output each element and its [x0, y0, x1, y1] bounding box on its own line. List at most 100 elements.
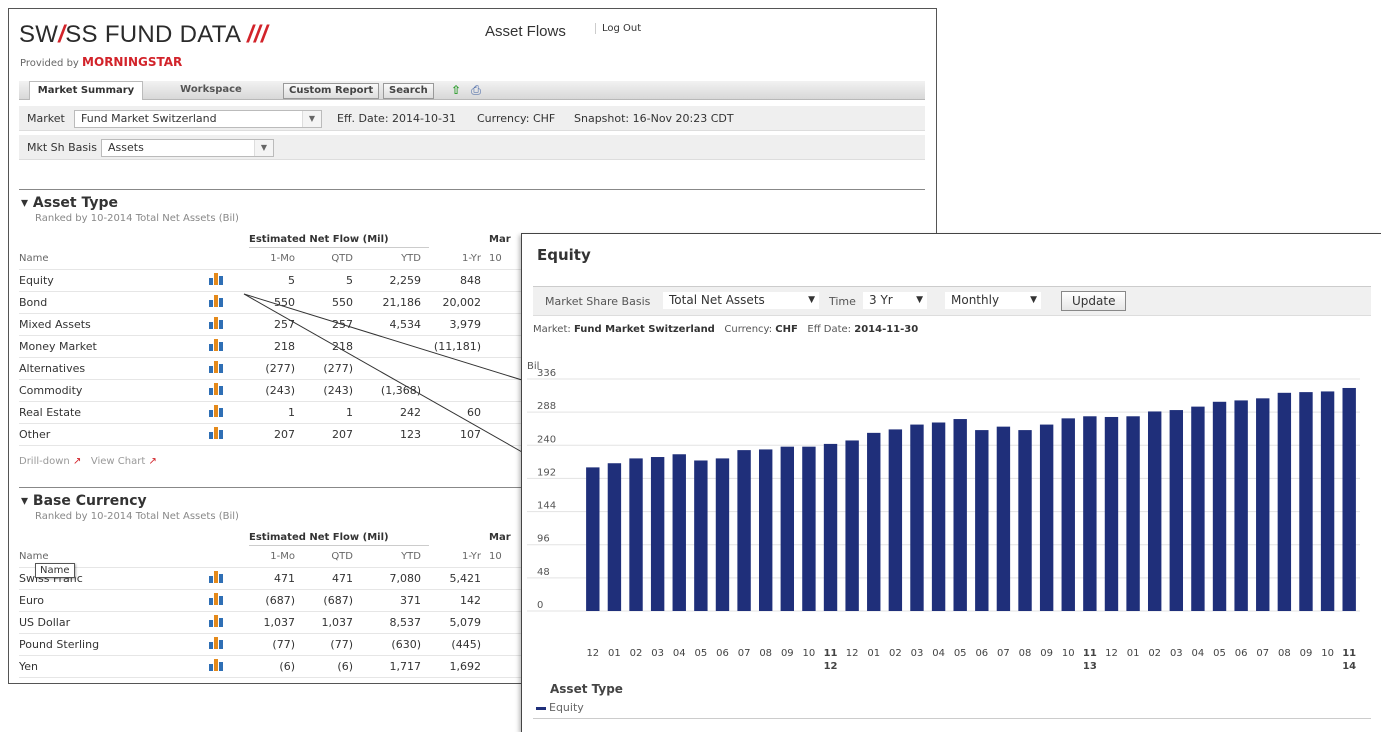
table-row: Real Estate 1 1 242 60 — [19, 401, 539, 424]
x-year-label: 14 — [1342, 661, 1356, 672]
col-qtd[interactable]: QTD — [303, 247, 361, 270]
chart-bar — [586, 467, 600, 611]
x-tick-label: 08 — [759, 648, 772, 659]
asset-type-title[interactable]: ▾ Asset Type — [21, 195, 118, 211]
cell-qtd: (243) — [303, 379, 361, 402]
tab-market-summary[interactable]: Market Summary — [29, 81, 143, 100]
row-name[interactable]: Real Estate — [19, 401, 209, 424]
chart-bar — [888, 429, 903, 611]
bar-chart-icon[interactable] — [209, 659, 225, 671]
bar-chart-icon[interactable] — [209, 615, 225, 627]
chart-bar — [953, 419, 967, 611]
row-name[interactable]: Mixed Assets — [19, 313, 209, 336]
divider — [19, 189, 925, 190]
row-name[interactable]: Pound Sterling — [19, 633, 209, 656]
legend-title: Asset Type — [550, 682, 623, 696]
cell-qtd: 207 — [303, 423, 361, 446]
col-ytd[interactable]: YTD — [361, 247, 429, 270]
x-tick-label: 12 — [586, 648, 599, 659]
search-button[interactable]: Search — [383, 83, 434, 99]
cell-qtd: 1,037 — [303, 611, 361, 634]
bar-chart-icon[interactable] — [209, 317, 225, 329]
bar-chart-icon[interactable] — [209, 427, 225, 439]
bar-chart-icon[interactable] — [209, 637, 225, 649]
equity-chart-panel: Equity Market Share Basis Total Net Asse… — [521, 233, 1381, 732]
bar-chart-icon[interactable] — [209, 383, 225, 395]
custom-report-button[interactable]: Custom Report — [283, 83, 380, 99]
x-tick-label: 05 — [694, 648, 707, 659]
legend-item-equity[interactable]: Equity — [536, 701, 584, 714]
chart-bar — [715, 458, 730, 611]
chart-bar — [910, 424, 924, 611]
chart-bar — [845, 440, 859, 611]
col-1mo[interactable]: 1-Mo — [249, 247, 303, 270]
cell-ytd: 8,537 — [361, 611, 429, 634]
cell-qtd: 5 — [303, 269, 361, 292]
row-name[interactable]: Equity — [19, 269, 209, 292]
base-currency-title[interactable]: ▾ Base Currency — [21, 493, 147, 509]
bar-chart-icon[interactable] — [209, 295, 225, 307]
market-select[interactable]: Fund Market Switzerland ▼ — [74, 110, 322, 128]
table-row: Equity 5 5 2,259 848 — [19, 269, 539, 292]
table-row: Money Market 218 218 (11,181) — [19, 335, 539, 358]
bar-chart-icon[interactable] — [209, 339, 225, 351]
col-ytd[interactable]: YTD — [361, 545, 429, 568]
cell-1mo: 207 — [249, 423, 303, 446]
chart-bar — [758, 449, 773, 611]
cell-ytd: 242 — [361, 401, 429, 424]
x-year-label: 13 — [1083, 661, 1097, 672]
row-name[interactable]: Alternatives — [19, 357, 209, 380]
bar-chart-icon[interactable] — [209, 593, 225, 605]
row-name[interactable]: Commodity — [19, 379, 209, 402]
x-tick-label: 09 — [781, 648, 794, 659]
cell-qtd: 218 — [303, 335, 361, 358]
x-tick-label: 06 — [716, 648, 729, 659]
legend-swatch — [536, 706, 546, 710]
tab-workspace[interactable]: Workspace — [155, 81, 267, 99]
drilldown-link[interactable]: Drill-down — [19, 456, 70, 467]
col-name[interactable]: Name — [19, 247, 209, 270]
x-tick-label: 05 — [1213, 648, 1226, 659]
bar-chart-icon[interactable] — [209, 571, 225, 583]
view-chart-link[interactable]: View Chart — [91, 456, 145, 467]
chart-bar — [607, 463, 622, 611]
cell-1mo: 218 — [249, 335, 303, 358]
cell-1mo: (243) — [249, 379, 303, 402]
y-tick-label: 288 — [537, 401, 556, 412]
cell-1yr: (445) — [429, 633, 489, 656]
row-name[interactable]: Money Market — [19, 335, 209, 358]
col-1yr[interactable]: 1-Yr — [429, 247, 489, 270]
divider — [533, 718, 1371, 719]
col-1yr[interactable]: 1-Yr — [429, 545, 489, 568]
col-1mo[interactable]: 1-Mo — [249, 545, 303, 568]
cell-ytd: 123 — [361, 423, 429, 446]
x-tick-label: 01 — [867, 648, 880, 659]
print-icon[interactable]: ⎙ — [469, 83, 483, 97]
cell-ytd: (630) — [361, 633, 429, 656]
cell-1yr: 107 — [429, 423, 489, 446]
net-flow-header: Estimated Net Flow (Mil) — [249, 231, 429, 248]
cell-1yr: 60 — [429, 401, 489, 424]
row-name[interactable]: Yen — [19, 655, 209, 678]
row-name[interactable]: Other — [19, 423, 209, 446]
logout-link[interactable]: Log Out — [595, 23, 641, 34]
col-qtd[interactable]: QTD — [303, 545, 361, 568]
x-tick-label: 03 — [911, 648, 924, 659]
row-name[interactable]: Bond — [19, 291, 209, 314]
bar-chart-icon[interactable] — [209, 273, 225, 285]
bar-chart-icon[interactable] — [209, 405, 225, 417]
cell-ytd: 1,717 — [361, 655, 429, 678]
tab-bar: Market Summary Workspace Custom Report S… — [19, 81, 925, 100]
row-name[interactable]: US Dollar — [19, 611, 209, 634]
cell-1mo: (687) — [249, 589, 303, 612]
x-tick-label: 07 — [1256, 648, 1269, 659]
external-link-icon: ↗ — [148, 456, 157, 467]
cell-1mo: 471 — [249, 567, 303, 590]
x-tick-label: 11 — [824, 648, 838, 659]
bar-chart-icon[interactable] — [209, 361, 225, 373]
export-up-arrow-icon[interactable]: ⇧ — [449, 83, 463, 97]
cell-1yr: 848 — [429, 269, 489, 292]
row-name[interactable]: Euro — [19, 589, 209, 612]
mktsh-select[interactable]: Assets ▼ — [101, 139, 274, 157]
currency: Currency: CHF — [477, 112, 556, 125]
